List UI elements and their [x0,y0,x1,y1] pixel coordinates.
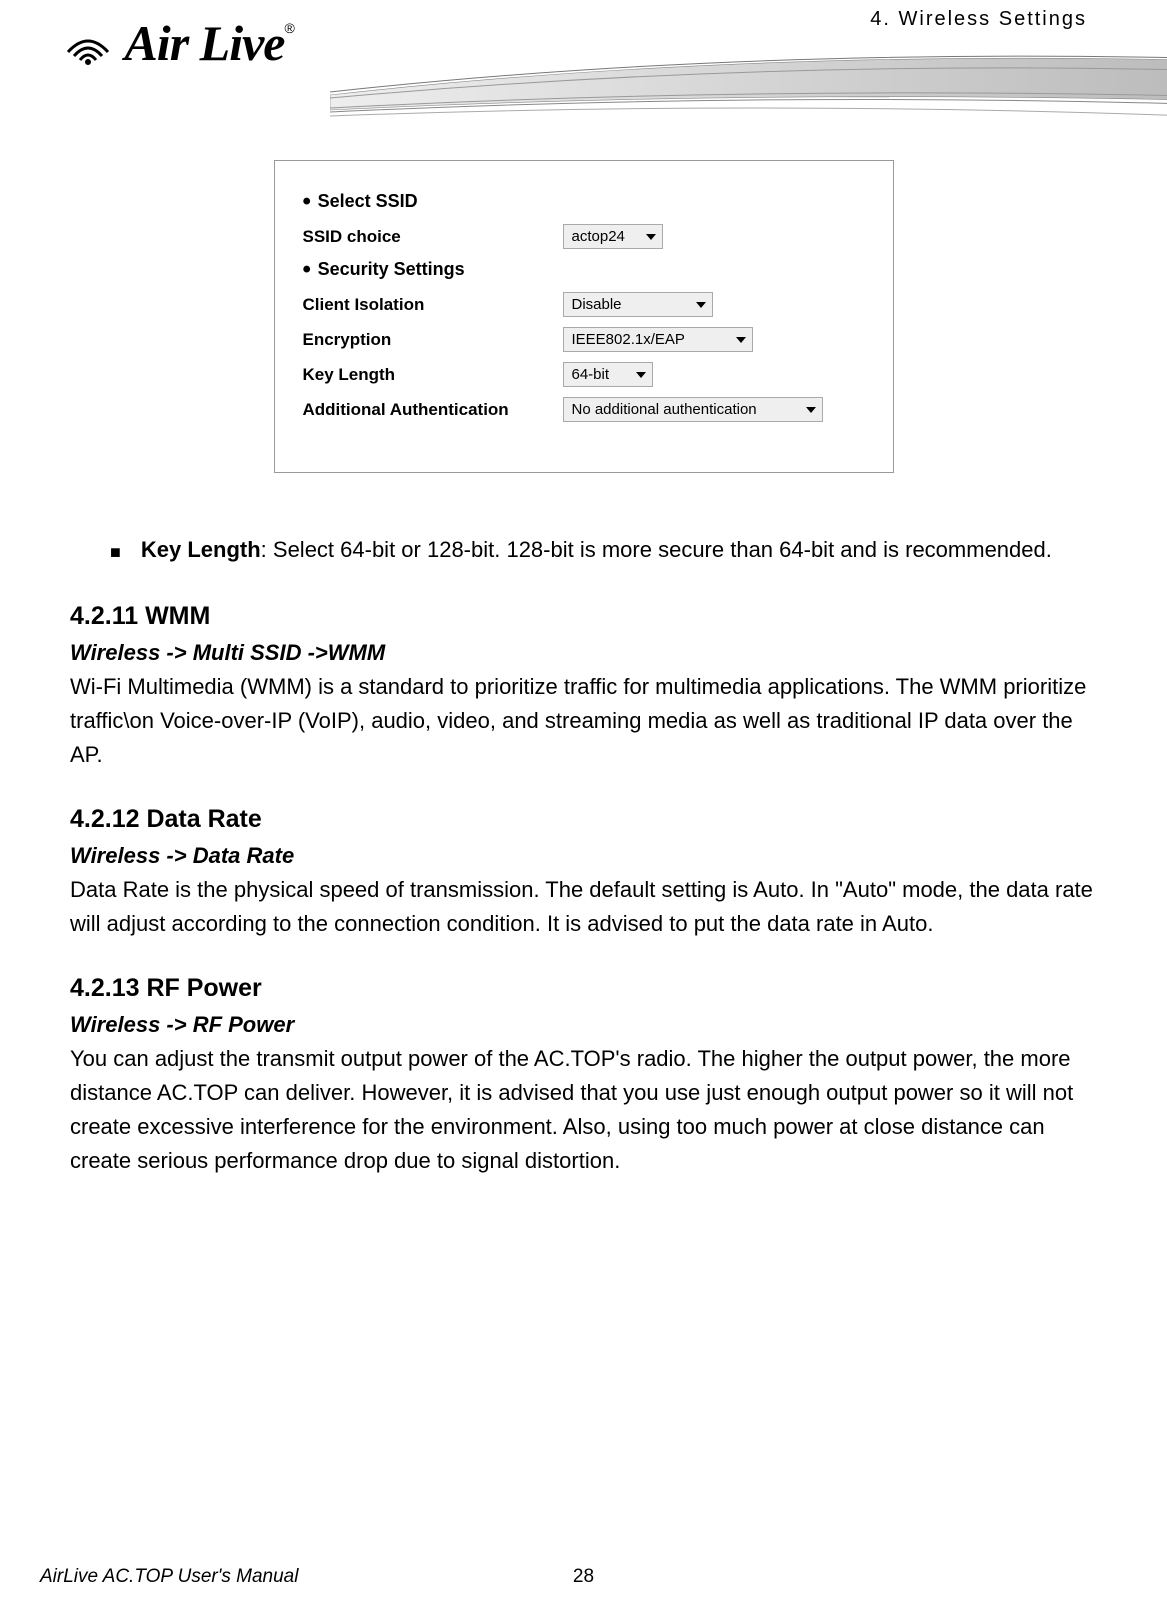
additional-auth-select[interactable]: No additional authentication [563,397,823,422]
logo-registered: ® [284,20,294,36]
settings-screenshot: Select SSID SSID choice actop24 Security… [274,160,894,473]
bullet-term: Key Length [141,537,261,562]
airlive-logo: Air Live® [60,12,340,73]
logo-text: Air Live [124,14,284,72]
footer-page-number: 28 [573,1566,594,1588]
ssid-choice-select[interactable]: actop24 [563,224,663,249]
select-ssid-heading: Select SSID [303,191,865,212]
ssid-choice-label: SSID choice [303,227,563,247]
encryption-select[interactable]: IEEE802.1x/EAP [563,327,753,352]
header-swoosh [330,40,1127,150]
rfpower-path: Wireless -> RF Power [70,1008,1097,1042]
additional-auth-label: Additional Authentication [303,400,563,420]
datarate-heading: 4.2.12 Data Rate [70,800,1097,839]
datarate-path: Wireless -> Data Rate [70,839,1097,873]
key-length-select[interactable]: 64-bit [563,362,653,387]
bullet-icon: ■ [110,539,121,567]
wifi-icon [60,12,116,73]
rfpower-heading: 4.2.13 RF Power [70,969,1097,1008]
client-isolation-label: Client Isolation [303,295,563,315]
rfpower-body: You can adjust the transmit output power… [70,1042,1097,1178]
datarate-body: Data Rate is the physical speed of trans… [70,873,1097,941]
bullet-text: : Select 64-bit or 128-bit. 128-bit is m… [261,537,1052,562]
wmm-heading: 4.2.11 WMM [70,597,1097,636]
wmm-path: Wireless -> Multi SSID ->WMM [70,636,1097,670]
key-length-bullet: ■ Key Length: Select 64-bit or 128-bit. … [70,533,1097,567]
wmm-body: Wi-Fi Multimedia (WMM) is a standard to … [70,670,1097,772]
chapter-label: 4. Wireless Settings [870,8,1087,31]
client-isolation-select[interactable]: Disable [563,292,713,317]
encryption-label: Encryption [303,330,563,350]
key-length-label: Key Length [303,365,563,385]
security-settings-heading: Security Settings [303,259,865,280]
footer-manual: AirLive AC.TOP User's Manual [40,1566,298,1587]
